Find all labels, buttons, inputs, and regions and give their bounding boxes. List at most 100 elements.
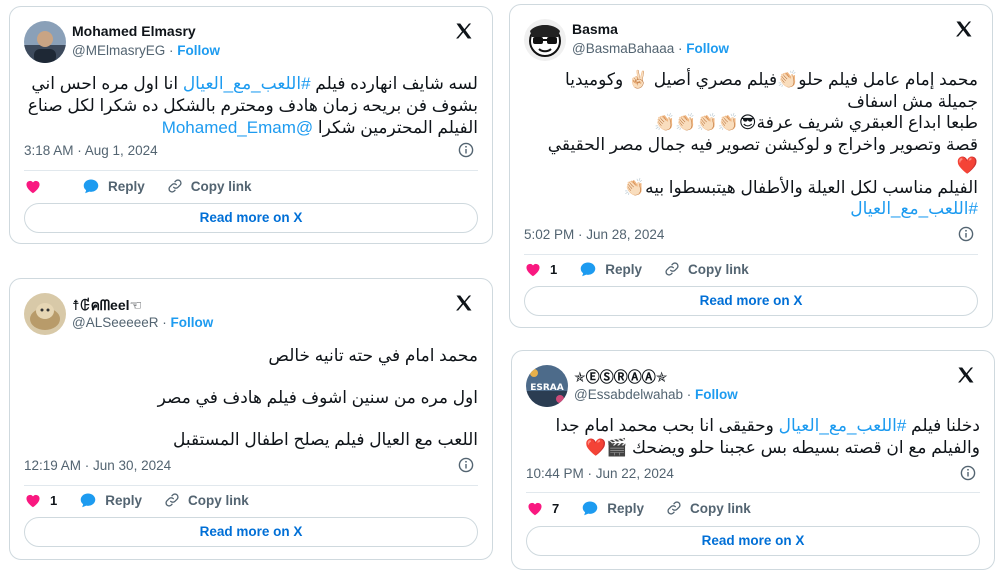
display-name[interactable]: ☨ꂅคᗰeel☜: [72, 295, 142, 317]
separator: ·: [158, 315, 171, 330]
copy-link-label: Copy link: [690, 500, 751, 516]
x-logo-icon[interactable]: [454, 293, 474, 313]
copy-link-button[interactable]: Copy link: [664, 261, 749, 277]
action-bar: 7 Reply Copy link: [526, 500, 773, 516]
user-handle[interactable]: @BasmaBahaaa: [572, 41, 674, 56]
tweet-text: محمد امام في حته تانيه خالص اول مره من س…: [24, 345, 478, 450]
avatar[interactable]: [24, 21, 66, 63]
read-more-button[interactable]: Read more on X: [526, 526, 980, 556]
divider: [526, 492, 980, 493]
reply-bubble-icon: [83, 179, 99, 194]
tweet-line: محمد امام في حته تانيه خالص: [268, 346, 478, 365]
timestamp[interactable]: 12:19 AM · Jun 30, 2024: [24, 458, 171, 473]
info-icon[interactable]: [960, 465, 976, 481]
reply-button[interactable]: Reply: [581, 500, 644, 516]
like-button[interactable]: 7: [526, 500, 559, 516]
user-handle[interactable]: @Essabdelwahab: [574, 387, 683, 402]
read-more-button[interactable]: Read more on X: [24, 517, 478, 547]
like-count: 7: [552, 500, 560, 516]
timestamp[interactable]: 5:02 PM · Jun 28, 2024: [524, 227, 664, 242]
action-bar: 1 Reply Copy link: [524, 261, 771, 277]
copy-link-button[interactable]: Copy link: [164, 492, 249, 508]
reply-label: Reply: [108, 178, 145, 194]
tweet-card-mohamed: Mohamed Elmasry @MElmasryEG · Follow لسه…: [9, 6, 493, 244]
tweet-text: محمد إمام عامل فيلم حلو👏🏻فيلم مصري أصيل …: [524, 69, 978, 220]
copy-link-button[interactable]: Copy link: [666, 500, 751, 516]
reply-label: Reply: [605, 261, 642, 277]
tweet-line: #اللعب_مع_العيال: [524, 198, 978, 220]
like-button[interactable]: 1: [524, 261, 557, 277]
timestamp[interactable]: 10:44 PM · Jun 22, 2024: [526, 466, 674, 481]
display-name[interactable]: Mohamed Elmasry: [72, 23, 196, 39]
timestamp[interactable]: 3:18 AM · Aug 1, 2024: [24, 143, 158, 158]
tweet-line: بشوف فن بريحه زمان هادف ومحترم بالشكل ده…: [27, 96, 478, 115]
link-icon: [665, 262, 679, 276]
action-bar: 1 Reply Copy link: [24, 492, 271, 508]
hashtag-link[interactable]: #اللعب_مع_العيال: [850, 199, 978, 218]
hashtag-link[interactable]: #اللعب_مع_العيال: [779, 416, 907, 435]
reply-button[interactable]: Reply: [579, 261, 642, 277]
tweet-line: قصة وتصوير واخراج و لوكيشن تصوير فيه جما…: [547, 134, 978, 154]
reply-bubble-icon: [580, 262, 596, 277]
info-icon[interactable]: [458, 142, 474, 158]
tweet-line: اول مره من سنين اشوف فيلم هادف في مصر: [157, 388, 478, 407]
link-icon: [667, 501, 681, 515]
copy-link-label: Copy link: [190, 178, 252, 194]
tweet-line: محمد إمام عامل فيلم حلو👏🏻فيلم مصري أصيل …: [565, 70, 978, 89]
follow-button[interactable]: Follow: [177, 43, 220, 58]
separator: ·: [674, 41, 687, 56]
read-more-button[interactable]: Read more on X: [524, 286, 978, 316]
heart-icon: [26, 180, 40, 194]
like-button[interactable]: [24, 178, 50, 194]
tweet-card-gameel: ☨ꂅคᗰeel☜ @ALSeeeeeR · Follow محمد امام ف…: [9, 278, 493, 560]
mention-link[interactable]: @Mohamed_Emam: [162, 118, 313, 137]
tweet-line: الفيلم المحترمين شكرا @Mohamed_Emam: [161, 118, 478, 137]
tweet-text: دخلنا فيلم #اللعب_مع_العيال وحقيقى انا ب…: [526, 415, 981, 459]
divider: [524, 254, 978, 255]
divider: [24, 170, 478, 171]
esraa-logo-icon: ESRAA: [526, 365, 568, 407]
reply-button[interactable]: Reply: [79, 492, 142, 508]
follow-button[interactable]: Follow: [686, 41, 729, 56]
avatar[interactable]: ESRAA: [526, 365, 568, 407]
hashtag-link[interactable]: #اللعب_مع_العيال: [183, 74, 311, 93]
action-bar: Reply Copy link: [24, 178, 274, 194]
animal-photo-icon: [24, 293, 66, 335]
heart-icon: [528, 502, 542, 516]
avatar[interactable]: [524, 19, 566, 61]
x-logo-icon[interactable]: [954, 19, 974, 39]
user-handle[interactable]: @ALSeeeeeR: [72, 315, 159, 330]
avatar[interactable]: [24, 293, 66, 335]
separator: ·: [165, 43, 178, 58]
handle-line: @MElmasryEG · Follow: [72, 43, 220, 58]
user-handle[interactable]: @MElmasryEG: [72, 43, 165, 58]
like-button[interactable]: 1: [24, 492, 57, 508]
tweet-line: اللعب مع العيال فيلم يصلح اطفال المستقبل: [173, 430, 478, 449]
handle-line: @Essabdelwahab · Follow: [574, 387, 738, 402]
handle-line: @ALSeeeeeR · Follow: [72, 315, 213, 330]
tweet-line: جميلة مش اسفاف: [847, 91, 978, 111]
sunglasses-cartoon-icon: [524, 19, 566, 61]
person-photo-icon: [24, 21, 66, 63]
reply-label: Reply: [607, 500, 644, 516]
tweet-line: دخلنا فيلم #اللعب_مع_العيال وحقيقى انا ب…: [555, 416, 981, 435]
display-name[interactable]: ✯ⒺⓈⓇⒶⒶ✯: [574, 367, 667, 387]
tweet-line: لسه شايف انهارده فيلم #اللعب_مع_العيال ا…: [31, 74, 478, 93]
tweet-line: طبعا ابداع العبقري شريف عرفة😎👏🏻👏🏻👏🏻👏🏻: [654, 113, 978, 132]
like-count: 1: [550, 261, 558, 277]
display-name[interactable]: Basma: [572, 21, 618, 37]
reply-label: Reply: [105, 492, 142, 508]
reply-button[interactable]: Reply: [82, 178, 145, 194]
x-logo-icon[interactable]: [454, 21, 474, 41]
tweet-card-esraa: ESRAA ✯ⒺⓈⓇⒶⒶ✯ @Essabdelwahab · Follow دخ…: [511, 350, 995, 570]
read-more-button[interactable]: Read more on X: [24, 203, 478, 233]
follow-button[interactable]: Follow: [171, 315, 214, 330]
follow-button[interactable]: Follow: [695, 387, 738, 402]
copy-link-button[interactable]: Copy link: [167, 178, 252, 194]
tweet-line: ❤️: [956, 156, 978, 175]
info-icon[interactable]: [958, 226, 974, 242]
divider: [24, 485, 478, 486]
x-logo-icon[interactable]: [956, 365, 976, 385]
tweet-text: لسه شايف انهارده فيلم #اللعب_مع_العيال ا…: [24, 73, 478, 139]
info-icon[interactable]: [458, 457, 474, 473]
